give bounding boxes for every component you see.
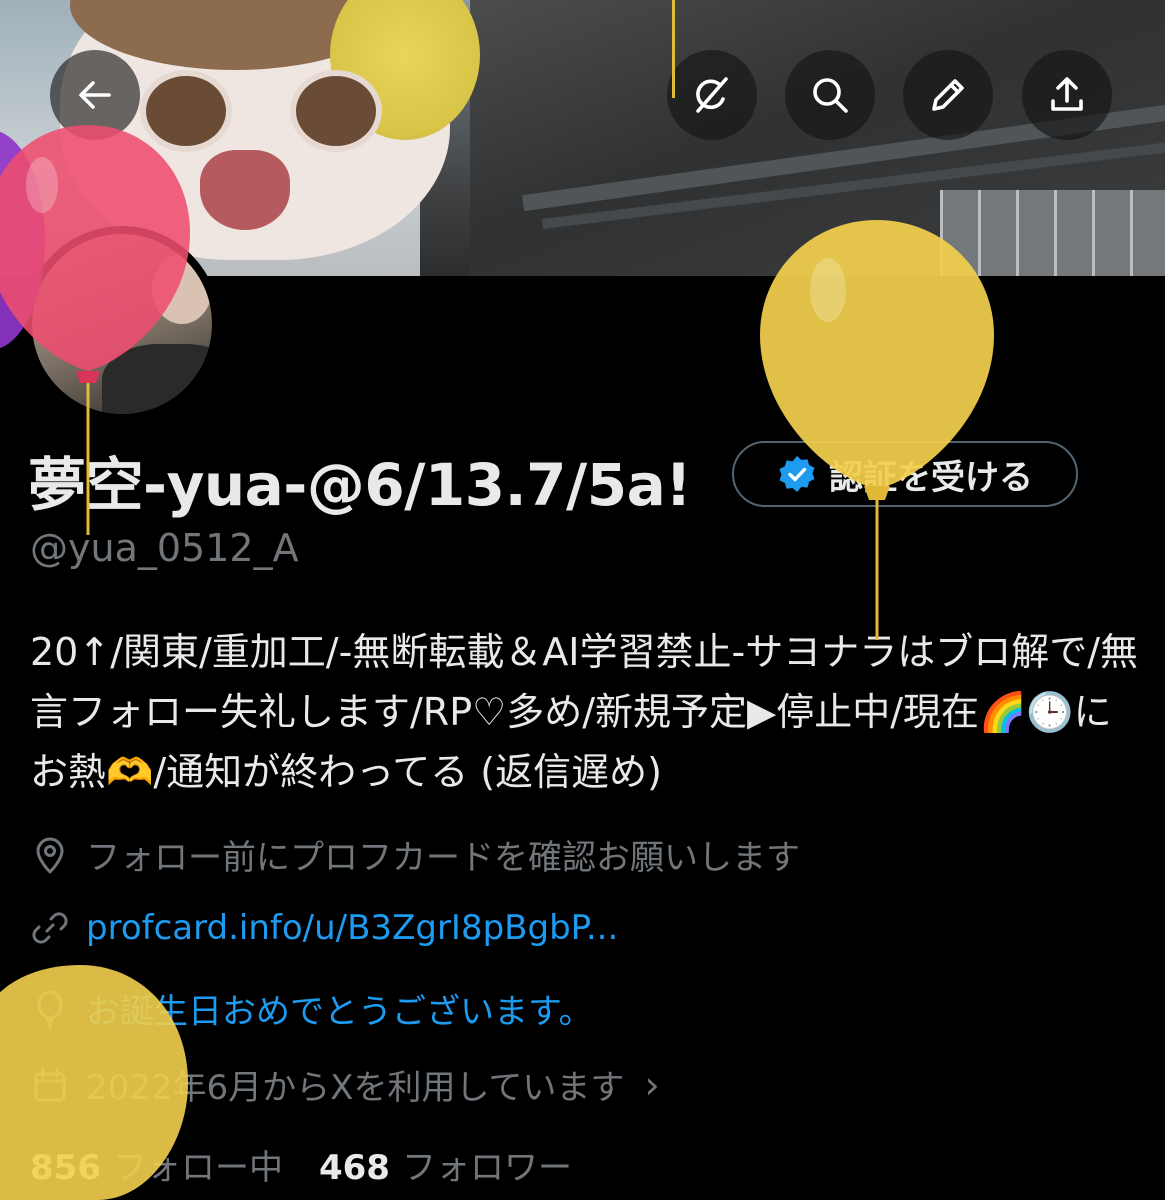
chevron-right-icon: › — [644, 1062, 660, 1107]
location-row: フォロー前にプロフカードを確認お願いします — [30, 830, 800, 879]
pink-balloon-icon — [0, 125, 190, 535]
profile-bio: 20↑/関東/重加工/-無断転載＆AI学習禁止-サヨナラはブロ解で/無言フォロー… — [30, 630, 1139, 794]
search-icon — [813, 78, 848, 113]
followers-label: フォロワー — [401, 1148, 572, 1188]
yellow-balloon-icon — [0, 965, 188, 1200]
yellow-balloon-icon — [760, 220, 994, 640]
share-icon — [1051, 77, 1083, 111]
location-text: フォロー前にプロフカードを確認お願いします — [86, 838, 800, 878]
website-row[interactable]: profcard.info/u/B3ZgrI8pBgbP... — [30, 908, 618, 948]
followers-link[interactable]: 468 フォロワー — [319, 1140, 572, 1189]
grok-button[interactable] — [667, 50, 757, 140]
pencil-icon — [932, 79, 964, 111]
edit-button[interactable] — [903, 50, 993, 140]
website-link[interactable]: profcard.info/u/B3ZgrI8pBgbP... — [86, 908, 618, 948]
followers-count: 468 — [318, 1148, 390, 1188]
balloon-string — [672, 0, 675, 98]
grok-icon — [696, 77, 728, 113]
share-button[interactable] — [1022, 50, 1112, 140]
banner-plush-eye — [290, 70, 382, 152]
banner-plush-mouth — [200, 150, 290, 230]
arrow-left-icon — [79, 81, 111, 109]
search-button[interactable] — [785, 50, 875, 140]
link-icon — [32, 912, 68, 944]
location-pin-icon — [36, 837, 64, 873]
